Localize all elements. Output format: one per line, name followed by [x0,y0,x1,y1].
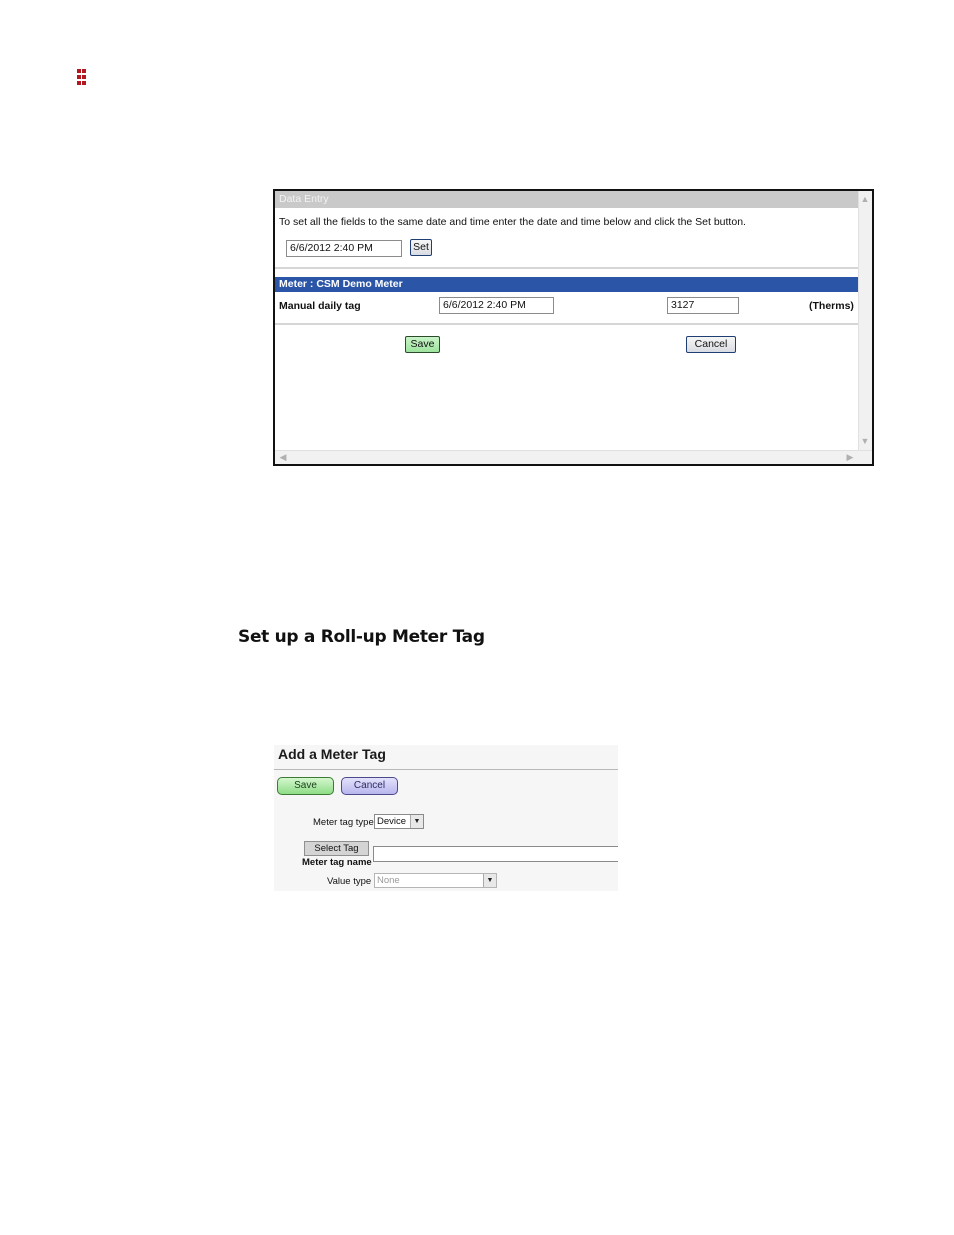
select-value: Device [377,816,407,827]
cancel-button[interactable]: Cancel [686,336,736,353]
vertical-scrollbar[interactable]: ▲ ▼ [858,191,872,450]
tag-datetime-input[interactable]: 6/6/2012 2:40 PM [439,297,554,314]
cancel-button[interactable]: Cancel [341,777,398,795]
set-datetime-input[interactable]: 6/6/2012 2:40 PM [286,240,402,257]
value-type-label: Value type [327,876,372,887]
chevron-down-icon[interactable]: ▼ [483,874,496,887]
meter-tag-type-label: Meter tag type [313,817,374,828]
divider [275,267,858,269]
save-button[interactable]: Save [405,336,440,353]
meter-tag-type-select[interactable]: Device ▼ [374,814,424,829]
unit-label: (Therms) [809,300,854,312]
value-type-select[interactable]: None ▼ [374,873,497,888]
meter-title-bar: Meter : CSM Demo Meter [275,277,858,292]
panel-header: Data Entry [275,191,858,208]
panel-title: Add a Meter Tag [278,746,386,762]
save-button[interactable]: Save [277,777,334,795]
scroll-right-icon[interactable]: ▶ [844,451,856,463]
scroll-up-icon[interactable]: ▲ [859,193,871,205]
divider [275,323,858,325]
meter-tag-name-input[interactable] [373,846,618,862]
scroll-down-icon[interactable]: ▼ [859,435,871,447]
select-tag-button[interactable]: Select Tag [304,841,369,856]
select-value: None [377,875,400,886]
meter-tag-name-label: Meter tag name [302,857,372,868]
scroll-left-icon[interactable]: ◀ [277,451,289,463]
tag-reading-input[interactable]: 3127 [667,297,739,314]
horizontal-scrollbar[interactable]: ◀ ▶ [275,450,872,464]
section-heading: Set up a Roll-up Meter Tag [238,627,485,647]
tag-label: Manual daily tag [279,300,361,312]
instructions-text: To set all the fields to the same date a… [279,216,746,228]
brand-logo [77,69,91,85]
chevron-down-icon[interactable]: ▼ [410,815,423,828]
add-meter-tag-panel: Add a Meter Tag Save Cancel Meter tag ty… [274,745,618,891]
set-button[interactable]: Set [410,239,432,256]
data-entry-panel: Data Entry To set all the fields to the … [273,189,874,466]
divider [274,769,618,770]
